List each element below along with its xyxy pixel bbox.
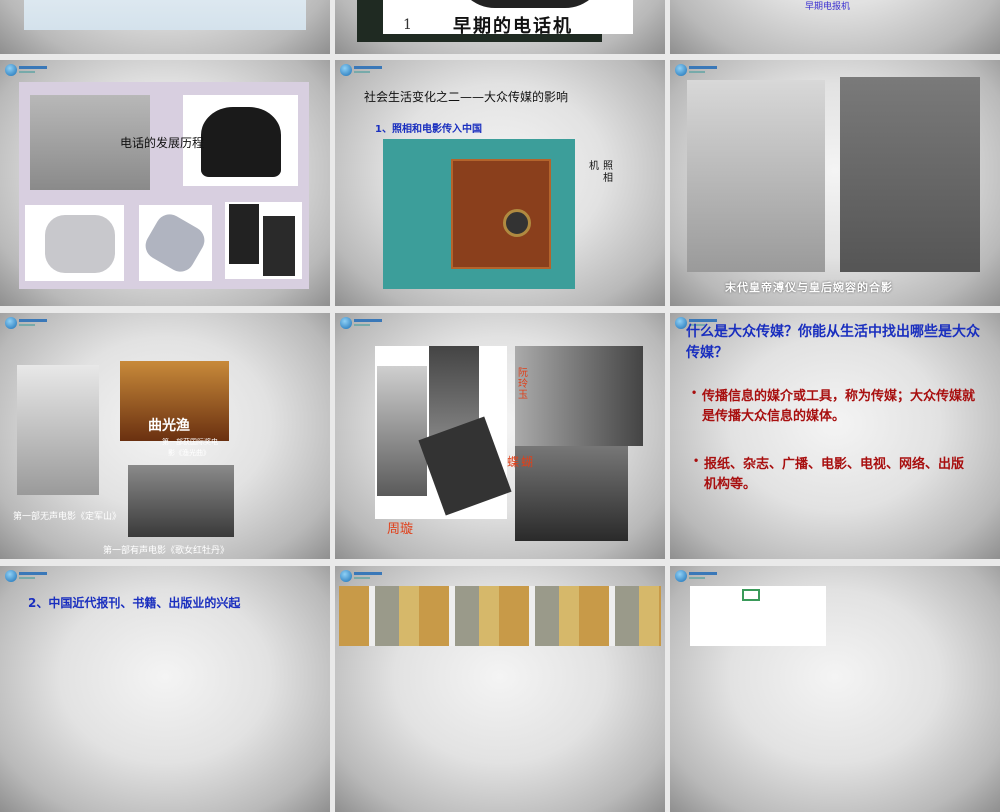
camera-photo [383, 139, 575, 289]
name-ruanlingyu: 阮玲玉 [518, 368, 528, 401]
slide-number: 1 [403, 17, 412, 33]
slide-thumbnail-5[interactable]: 社会生活变化之二——大众传媒的影响 1、照相和电影传入中国 照 相 机 [335, 60, 665, 306]
slide-thumbnail-6[interactable]: 末代皇帝溥仪与皇后婉容的合影 [670, 60, 1000, 306]
caption-award-2: 影《渔光曲》 [168, 449, 210, 457]
name-hudie: 蝴蝶 [507, 455, 536, 469]
ruanlingyu-photo [515, 346, 643, 446]
bullet-examples: 报纸、杂志、广播、电影、电视、网络、出版机构等。 [704, 457, 965, 492]
publications-strip [339, 586, 661, 646]
slide-title: 2、中国近代报刊、书籍、出版业的兴起 [28, 596, 241, 610]
logo-icon [5, 317, 49, 329]
slide-thumbnail-3[interactable]: 早期电报机 [670, 0, 1000, 54]
logo-icon [675, 64, 719, 76]
logo-icon [340, 64, 384, 76]
mobile-phone-photo [139, 205, 212, 281]
name-zhouxuan: 周璇 [387, 522, 414, 537]
poster-title: 渔光曲 [148, 418, 190, 434]
puyi-photo-1 [687, 80, 825, 272]
camera-label-ji: 机 [589, 161, 599, 172]
puyi-photo-2 [840, 77, 980, 272]
caption-award-1: 第一部获国际奖电 [162, 438, 218, 446]
slide-thumbnail-9[interactable]: 什么是大众传媒？你能从生活中找出哪些是大众传媒？ • 传播信息的媒介或工具，称为… [670, 313, 1000, 559]
bullet-definition: 传播信息的媒介或工具，称为传媒；大众传媒就是传播大众信息的媒体。 [702, 389, 976, 424]
slide-image [24, 0, 306, 30]
nokia-phones-photo [225, 202, 302, 279]
slide-caption: 早期的电话机 [453, 16, 573, 37]
slide-thumbnail-11[interactable] [335, 566, 665, 812]
dingjunshan-photo [17, 365, 99, 495]
logo-icon [340, 570, 384, 582]
slide-question: 什么是大众传媒？你能从生活中找出哪些是大众传媒？ [686, 324, 980, 361]
logo-icon [340, 317, 384, 329]
slide-thumbnail-4[interactable]: 电话的发展历程 [0, 60, 330, 306]
logo-icon [5, 570, 49, 582]
slide-thumbnail-2[interactable]: 1 早期的电话机 [335, 0, 665, 54]
zhouxuan-collage [375, 346, 512, 519]
slide-thumbnail-8[interactable]: 阮玲玉 蝴蝶 周璇 [335, 313, 665, 559]
slide-thumbnail-7[interactable]: 渔光曲 第一部获国际奖电 影《渔光曲》 第一部无声电影《定军山》 第一部有声电影… [0, 313, 330, 559]
gennv-photo [128, 465, 234, 537]
slide-title: 社会生活变化之二——大众传媒的影响 [364, 90, 569, 104]
logo-icon [675, 570, 719, 582]
camera-label-xiang: 相 [603, 173, 613, 184]
bullet-dot: • [692, 385, 697, 399]
logo-icon [5, 64, 49, 76]
caption-sound-film: 第一部有声电影《歌女红牡丹》 [103, 546, 230, 556]
slide-caption: 早期电报机 [805, 2, 851, 12]
slide-thumbnail-12[interactable] [670, 566, 1000, 812]
slide-caption: 末代皇帝溥仪与皇后婉容的合影 [725, 281, 893, 294]
slide-thumbnail-10[interactable]: 2、中国近代报刊、书籍、出版业的兴起 [0, 566, 330, 812]
slide-thumbnail-1[interactable] [0, 0, 330, 54]
slide-subtitle: 1、照相和电影传入中国 [375, 124, 482, 135]
slide-caption: 电话的发展历程 [120, 136, 205, 150]
bullet-dot: • [694, 453, 699, 467]
caption-silent-film: 第一部无声电影《定军山》 [13, 512, 122, 522]
desk-phone-photo [25, 205, 124, 281]
book-cover-image [690, 586, 826, 646]
